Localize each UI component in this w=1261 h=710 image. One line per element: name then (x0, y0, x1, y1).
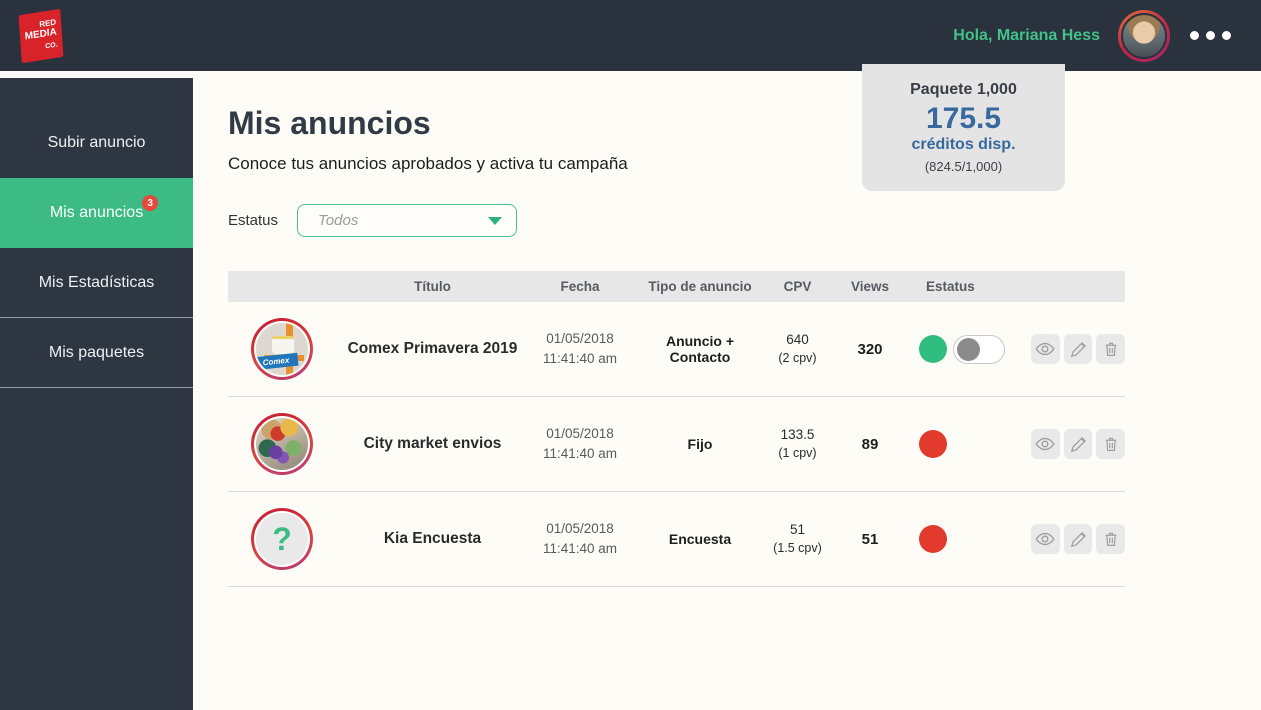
question-mark-glyph: ? (272, 520, 292, 557)
comex-paint-photo: Comex (256, 323, 308, 375)
sidebar-item-label: Mis anuncios 3 (50, 195, 159, 222)
eye-icon (1035, 342, 1055, 356)
view-button[interactable] (1031, 524, 1060, 554)
credits-label: créditos disp. (911, 136, 1016, 153)
ellipsis-menu-icon[interactable] (1188, 25, 1233, 46)
ad-avatar: ? (251, 508, 313, 570)
sidebar-item-mis-anuncios[interactable]: Mis anuncios 3 (0, 178, 193, 248)
ad-title: Comex Primavera 2019 (347, 340, 518, 357)
status-indicator (919, 525, 947, 553)
header-estatus: Estatus (926, 279, 975, 294)
header-titulo: Título (414, 279, 451, 294)
chevron-down-icon (488, 216, 502, 225)
header-views: Views (850, 279, 890, 294)
delete-button[interactable] (1096, 429, 1126, 459)
ad-cpv: 133.5 (1 cpv) (778, 427, 817, 460)
ad-title: City market envios (363, 435, 502, 452)
view-button[interactable] (1031, 334, 1060, 364)
red-media-logo: RED MEDIA CO. (18, 8, 64, 63)
edit-button[interactable] (1063, 524, 1093, 554)
paint-bucket-shape (272, 336, 294, 354)
ad-type: Encuesta (668, 531, 732, 547)
status-filter-dropdown[interactable]: Todos (297, 204, 517, 237)
ads-table: Título Fecha Tipo de anuncio CPV Views E… (228, 271, 1126, 587)
view-button[interactable] (1031, 429, 1060, 459)
header-cpv: CPV (783, 279, 812, 294)
eye-icon (1035, 532, 1055, 546)
ad-avatar (251, 413, 313, 475)
user-avatar[interactable] (1118, 9, 1170, 62)
table-header-row: Título Fecha Tipo de anuncio CPV Views E… (228, 271, 1125, 302)
user-greeting: Hola, Mariana Hess (953, 26, 1100, 44)
row-actions (1025, 334, 1126, 364)
sidebar-item-mis-estadisticas[interactable]: Mis Estadísticas (0, 248, 193, 318)
sidebar: Subir anuncio Mis anuncios 3 Mis Estadís… (0, 78, 193, 710)
status-indicator (919, 335, 947, 363)
header-tipo: Tipo de anuncio (648, 279, 752, 294)
dropdown-value: Todos (318, 212, 359, 229)
pencil-icon (1070, 531, 1086, 547)
delete-button[interactable] (1096, 524, 1126, 554)
dot (1190, 31, 1199, 40)
logo-line: MEDIA (24, 26, 58, 43)
edit-button[interactable] (1063, 334, 1093, 364)
ad-status-cell (910, 525, 1025, 553)
credits-card: Paquete 1,000 175.5 créditos disp. (824.… (862, 64, 1065, 191)
ad-avatar: Comex (251, 318, 313, 380)
page-subtitle: Conoce tus anuncios aprobados y activa t… (228, 154, 628, 173)
status-filter-label: Estatus (228, 212, 279, 229)
pencil-icon (1070, 436, 1086, 452)
trash-icon (1105, 437, 1116, 451)
row-actions (1025, 524, 1126, 554)
table-row: City market envios 01/05/2018 11:41:40 a… (228, 397, 1126, 492)
ad-type: Fijo (687, 436, 713, 452)
logo-line: CO. (45, 40, 58, 50)
edit-button[interactable] (1063, 429, 1093, 459)
groceries-photo (256, 418, 308, 470)
question-mark-avatar: ? (256, 513, 308, 565)
package-label: Paquete 1,000 (910, 81, 1017, 98)
ad-cpv: 51 (1.5 cpv) (773, 522, 822, 555)
ad-status-cell (910, 334, 1025, 364)
table-row: Comex Comex Primavera 2019 01/05/2018 11… (228, 302, 1126, 397)
eye-icon (1035, 437, 1055, 451)
ad-views: 320 (857, 340, 883, 358)
trash-icon (1105, 532, 1116, 546)
row-actions (1025, 429, 1126, 459)
ad-date: 01/05/2018 11:41:40 am (542, 520, 618, 556)
dot (1206, 31, 1215, 40)
credits-value: 175.5 (925, 102, 1002, 135)
pencil-icon (1070, 341, 1086, 357)
delete-button[interactable] (1096, 334, 1126, 364)
notification-badge: 3 (142, 195, 159, 211)
ad-title: Kia Encuesta (383, 530, 482, 547)
dot (1222, 31, 1231, 40)
status-filter-row: Estatus Todos (228, 204, 1261, 237)
sidebar-item-label: Mis paquetes (48, 343, 145, 361)
header-fecha: Fecha (560, 279, 600, 294)
ad-views: 89 (861, 435, 879, 453)
main-content: Paquete 1,000 175.5 créditos disp. (824.… (193, 64, 1261, 710)
trash-icon (1105, 342, 1116, 356)
topbar: RED MEDIA CO. Hola, Mariana Hess (0, 0, 1261, 71)
user-avatar-photo (1121, 12, 1167, 59)
sidebar-item-label: Subir anuncio (47, 134, 146, 151)
sidebar-item-label: Mis Estadísticas (38, 273, 155, 291)
ad-cpv: 640 (2 cpv) (778, 332, 817, 365)
toggle-knob (957, 337, 980, 361)
status-toggle[interactable] (953, 334, 1005, 364)
ad-type: Anuncio + Contacto (665, 333, 735, 365)
ad-date: 01/05/2018 11:41:40 am (542, 330, 618, 366)
sidebar-item-subir-anuncio[interactable]: Subir anuncio (0, 108, 193, 178)
table-row: ? Kia Encuesta 01/05/2018 11:41:40 am En… (228, 492, 1126, 587)
page-title: Mis anuncios (228, 105, 431, 141)
ad-date: 01/05/2018 11:41:40 am (542, 425, 618, 461)
ad-views: 51 (861, 530, 879, 548)
sidebar-item-mis-paquetes[interactable]: Mis paquetes (0, 318, 193, 388)
status-indicator (919, 430, 947, 458)
credits-detail: (824.5/1,000) (924, 159, 1003, 174)
ad-status-cell (910, 430, 1025, 458)
